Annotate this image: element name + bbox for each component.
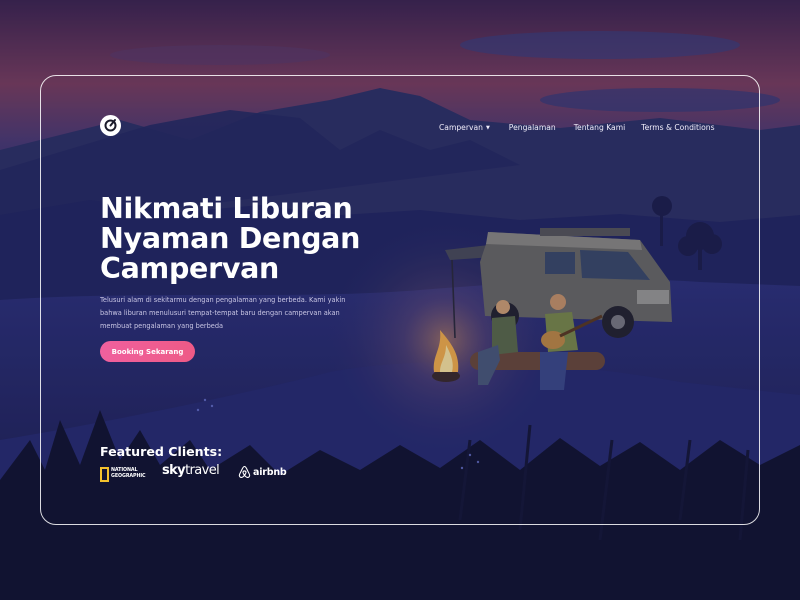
main-navigation: Campervan ▼ Pengalaman Tentang Kami Terms… xyxy=(439,120,715,134)
skytravel-sky: sky xyxy=(162,463,186,478)
nav-item-pengalaman[interactable]: Pengalaman xyxy=(509,123,556,132)
hero-description: Telusuri alam di sekitarmu dengan pengal… xyxy=(100,294,372,333)
skytravel-logo: skytravel xyxy=(162,463,220,478)
featured-clients-title: Featured Clients: xyxy=(100,444,223,459)
nav-item-label: Campervan xyxy=(439,122,483,132)
hero-title-line: Nikmati Liburan xyxy=(100,192,353,225)
chevron-down-icon: ▼ xyxy=(485,124,490,131)
nav-item-tentang-kami[interactable]: Tentang Kami xyxy=(574,123,626,132)
natgeo-wordmark: NATIONAL GEOGRAPHIC xyxy=(111,468,146,479)
hero-description-line: bahwa liburan menulusuri tempat-tempat b… xyxy=(100,309,340,317)
airbnb-logo: airbnb xyxy=(238,465,287,479)
skytravel-travel: travel xyxy=(185,463,220,478)
booking-button[interactable]: Booking Sekarang xyxy=(100,341,195,362)
hero-description-line: Telusuri alam di sekitarmu dengan pengal… xyxy=(100,296,346,304)
camper-logo-icon[interactable] xyxy=(100,115,121,136)
national-geographic-logo: NATIONAL GEOGRAPHIC xyxy=(100,466,146,482)
nav-item-campervan[interactable]: Campervan ▼ xyxy=(439,123,490,132)
airbnb-wordmark: airbnb xyxy=(253,466,287,478)
natgeo-line: GEOGRAPHIC xyxy=(111,474,146,479)
hero-title: Nikmati Liburan Nyaman Dengan Campervan xyxy=(100,194,400,284)
hero-description-line: membuat pengalaman yang berbeda xyxy=(100,322,224,330)
nav-item-terms[interactable]: Terms & Conditions xyxy=(641,123,714,132)
airbnb-belo-icon xyxy=(238,465,251,478)
hero-title-line: Nyaman Dengan xyxy=(100,222,361,255)
natgeo-yellow-frame-icon xyxy=(100,466,109,482)
hero-title-line: Campervan xyxy=(100,252,280,285)
